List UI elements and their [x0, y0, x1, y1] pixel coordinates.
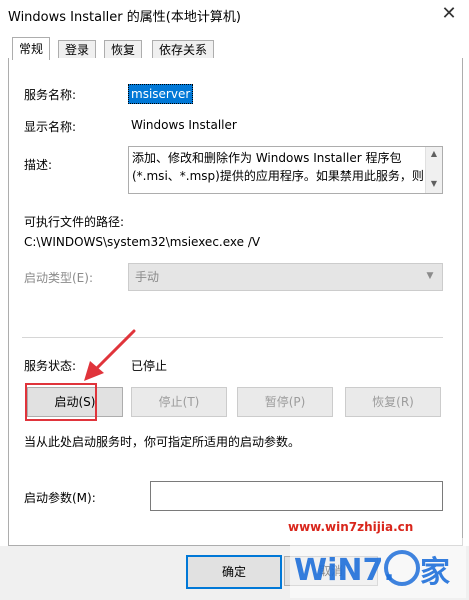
tab-logon[interactable]: 登录 — [58, 40, 97, 59]
svg-text:家: 家 — [420, 555, 450, 590]
start-params-input[interactable] — [150, 481, 443, 511]
startup-type-label: 启动类型(E): — [24, 271, 93, 285]
exe-path-value: C:\WINDOWS\system32\msiexec.exe /V — [24, 235, 261, 249]
service-name-value[interactable]: msiserver — [128, 84, 194, 104]
tab-recovery[interactable]: 恢复 — [104, 40, 143, 59]
chevron-down-icon: ▼ — [426, 271, 434, 281]
scroll-down-icon[interactable]: ▼ — [426, 177, 442, 191]
description-label: 描述: — [24, 158, 53, 172]
tab-dependencies[interactable]: 依存关系 — [152, 40, 215, 59]
close-icon[interactable]: ✕ — [438, 3, 460, 25]
watermark-logo: WiN7. 家 — [290, 538, 466, 598]
service-status-label: 服务状态: — [24, 359, 77, 373]
scroll-up-icon[interactable]: ▲ — [426, 147, 442, 161]
exe-path-label: 可执行文件的路径: — [24, 215, 125, 229]
watermark-url: www.win7zhijia.cn — [288, 520, 414, 534]
svg-text:WiN7.: WiN7. — [294, 553, 395, 588]
startup-type-select[interactable]: 手动 ▼ — [128, 263, 443, 291]
description-box[interactable]: 添加、修改和删除作为 Windows Installer 程序包 (*.msi、… — [128, 146, 443, 194]
stop-button[interactable]: 停止(T) — [131, 387, 227, 417]
service-name-label: 服务名称: — [24, 88, 77, 102]
resume-button[interactable]: 恢复(R) — [345, 387, 441, 417]
description-scrollbar[interactable]: ▲ ▼ — [425, 147, 442, 193]
annotation-highlight-box — [25, 383, 97, 421]
annotation-arrow-icon — [84, 329, 136, 381]
title-bar: Windows Installer 的属性(本地计算机) ✕ — [0, 0, 469, 30]
window-title: Windows Installer 的属性(本地计算机) — [8, 10, 241, 25]
ok-button[interactable]: 确定 — [186, 555, 282, 589]
startup-type-value: 手动 — [135, 270, 160, 284]
description-text: 添加、修改和删除作为 Windows Installer 程序包 (*.msi、… — [132, 149, 424, 185]
description-line-2: (*.msi、*.msp)提供的应用程序。如果禁用此服务，则 — [132, 169, 424, 183]
display-name-value: Windows Installer — [131, 118, 237, 132]
start-params-label: 启动参数(M): — [24, 491, 96, 505]
tab-general[interactable]: 常规 — [12, 37, 51, 60]
display-name-label: 显示名称: — [24, 120, 77, 134]
pause-button[interactable]: 暂停(P) — [237, 387, 333, 417]
start-params-hint: 当从此处启动服务时，你可指定所适用的启动参数。 — [24, 435, 301, 449]
description-line-1: 添加、修改和删除作为 Windows Installer 程序包 — [132, 151, 402, 165]
